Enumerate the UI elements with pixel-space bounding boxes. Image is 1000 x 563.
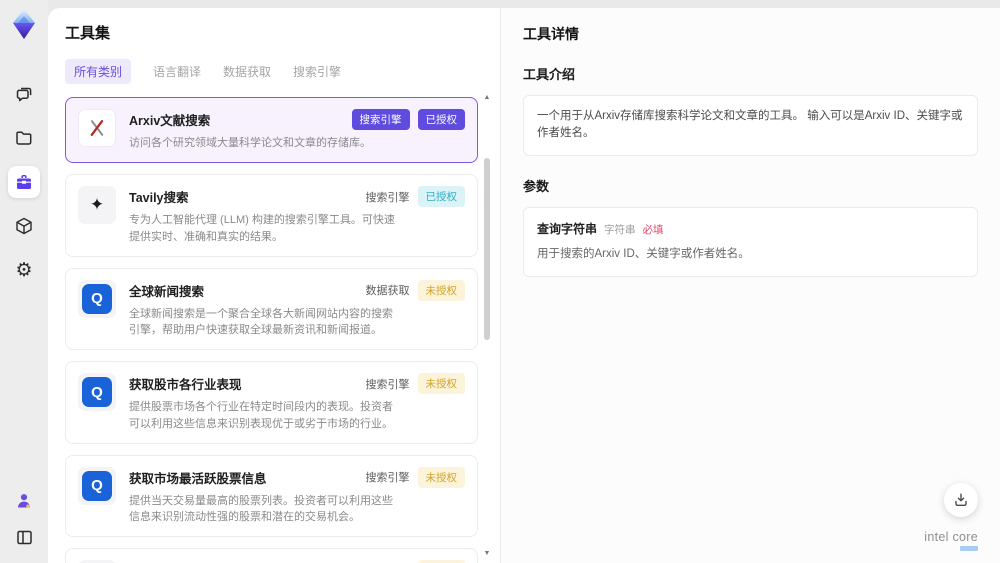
- sidebar-item-files[interactable]: [8, 122, 40, 154]
- auth-status-badge: 未授权: [417, 373, 465, 395]
- tab-all-categories[interactable]: 所有类别: [65, 59, 132, 84]
- tool-name: 全球新闻搜索: [129, 284, 205, 299]
- param-box: 查询字符串 字符串 必填 用于搜索的Arxiv ID、关键字或作者姓名。: [523, 206, 978, 277]
- category-label: 搜索引擎: [365, 191, 410, 204]
- app-logo-icon: [9, 8, 39, 40]
- tavily-logo-icon: ✦: [78, 186, 116, 225]
- tool-description: 访问各个研究领域大量科学论文和文章的存储库。: [129, 137, 371, 149]
- tool-description: 提供当天交易量最高的股票列表。投资者可以利用这些信息来识别流动性强的股票和潜在的…: [129, 494, 393, 524]
- tool-card-regional-news[interactable]: 万维地区新闻查询 搜索引擎 未授权 查询具体行政区划内的新闻，快速了解各地新闻动…: [65, 548, 478, 563]
- sidebar-item-chat[interactable]: [8, 78, 40, 110]
- tool-card-tavily[interactable]: ✦ Tavily搜索 搜索引擎 已授权 专为人工智能代理 (LLM) 构建的搜索…: [65, 174, 478, 257]
- sidebar-item-tools[interactable]: [8, 166, 40, 198]
- params-section-title: 参数: [523, 178, 550, 194]
- category-label: 数据获取: [365, 285, 410, 298]
- folder-icon: [14, 128, 34, 148]
- tool-card-list: Arxiv文献搜索 搜索引擎 已授权 访问各个研究领域大量科学论文和文章的存储库…: [65, 97, 478, 563]
- list-scrollbar[interactable]: ▲ ▼: [483, 94, 491, 557]
- category-badge: 搜索引擎: [351, 109, 410, 130]
- sidebar-item-profile[interactable]: [8, 485, 40, 517]
- tool-name: 获取股市各行业表现: [129, 378, 242, 393]
- intel-core-logo: intel core: [924, 530, 978, 551]
- tool-detail-panel: 工具详情 工具介绍 一个用于从Arxiv存储库搜索科学论文和文章的工具。 输入可…: [500, 8, 1000, 563]
- news-q-logo-icon: Q: [78, 279, 116, 318]
- sidebar-item-packages[interactable]: [8, 210, 40, 242]
- auth-status-badge: 已授权: [417, 109, 465, 130]
- arxiv-logo-icon: [78, 109, 116, 147]
- page-title: 工具集: [65, 25, 111, 42]
- intel-core-logo-mark: [960, 546, 978, 551]
- scroll-down-icon[interactable]: ▼: [483, 550, 491, 557]
- sidebar-bottom: [8, 485, 40, 553]
- param-required-badge: 必填: [642, 223, 664, 236]
- tool-description: 专为人工智能代理 (LLM) 构建的搜索引擎工具。可快速提供实时、准确和真实的结…: [129, 214, 395, 243]
- intro-section-title: 工具介绍: [523, 67, 576, 82]
- tool-intro-box: 一个用于从Arxiv存储库搜索科学论文和文章的工具。 输入可以是Arxiv ID…: [523, 95, 978, 156]
- tool-card-sector-performance[interactable]: Q 获取股市各行业表现 搜索引擎 未授权 提供股票市场各个行业在特定时间段内的表…: [65, 361, 478, 444]
- cube-icon: [14, 216, 34, 236]
- sidebar-item-settings[interactable]: ⚙: [8, 254, 40, 286]
- auth-status-badge: 已授权: [417, 186, 465, 208]
- intel-core-logo-text: intel core: [924, 530, 978, 544]
- tool-card-global-news[interactable]: Q 全球新闻搜索 数据获取 未授权 全球新闻搜索是一个聚合全球各大新闻网站内容的…: [65, 267, 478, 351]
- toolset-panel: 工具集 所有类别 语言翻译 数据获取 搜索引擎 Arxiv文献搜索 搜索引擎 已…: [48, 8, 500, 563]
- tab-data-retrieval[interactable]: 数据获取: [223, 63, 271, 80]
- category-label: 搜索引擎: [365, 472, 410, 485]
- tool-description: 全球新闻搜索是一个聚合全球各大新闻网站内容的搜索引擎，帮助用户快速获取全球最新资…: [129, 307, 393, 337]
- tab-language-translation[interactable]: 语言翻译: [153, 63, 201, 80]
- user-avatar-icon: [15, 492, 33, 510]
- param-name: 查询字符串: [537, 221, 598, 236]
- category-label: 搜索引擎: [365, 378, 410, 391]
- chat-icon: [14, 84, 34, 104]
- sidebar-nav: ⚙: [8, 78, 40, 286]
- tab-search-engine[interactable]: 搜索引擎: [293, 63, 341, 80]
- download-icon: [953, 492, 969, 508]
- main-surface: 工具集 所有类别 语言翻译 数据获取 搜索引擎 Arxiv文献搜索 搜索引擎 已…: [48, 8, 1000, 563]
- tool-description: 提供股票市场各个行业在特定时间段内的表现。投资者可以利用这些信息来识别表现优于或…: [129, 401, 393, 430]
- auth-status-badge: 未授权: [417, 466, 465, 488]
- toolbox-icon: [14, 172, 34, 192]
- detail-title: 工具详情: [523, 26, 579, 42]
- sidebar-item-collapse[interactable]: [8, 521, 40, 553]
- tool-name: Tavily搜索: [129, 191, 189, 206]
- gear-icon: ⚙: [15, 259, 33, 281]
- panel-toggle-icon: [15, 528, 34, 547]
- auth-status-badge: 未授权: [417, 279, 465, 301]
- tool-card-arxiv[interactable]: Arxiv文献搜索 搜索引擎 已授权 访问各个研究领域大量科学论文和文章的存储库…: [65, 97, 478, 164]
- tool-intro-text: 一个用于从Arxiv存储库搜索科学论文和文章的工具。 输入可以是Arxiv ID…: [537, 110, 963, 140]
- param-type: 字符串: [604, 223, 636, 236]
- param-description: 用于搜索的Arxiv ID、关键字或作者姓名。: [537, 248, 750, 261]
- tool-name: 获取市场最活跃股票信息: [129, 471, 267, 486]
- tool-name: Arxiv文献搜索: [129, 114, 211, 128]
- download-button[interactable]: [944, 483, 978, 517]
- finance-q-logo-icon: Q: [78, 373, 116, 412]
- scrollbar-thumb[interactable]: [484, 158, 490, 340]
- scroll-up-icon[interactable]: ▲: [483, 94, 491, 101]
- category-tabs: 所有类别 语言翻译 数据获取 搜索引擎: [65, 59, 478, 84]
- finance-q-logo-icon: Q: [78, 466, 116, 505]
- app-sidebar: ⚙: [0, 0, 48, 563]
- tool-card-active-stocks[interactable]: Q 获取市场最活跃股票信息 搜索引擎 未授权 提供当天交易量最高的股票列表。投资…: [65, 454, 478, 538]
